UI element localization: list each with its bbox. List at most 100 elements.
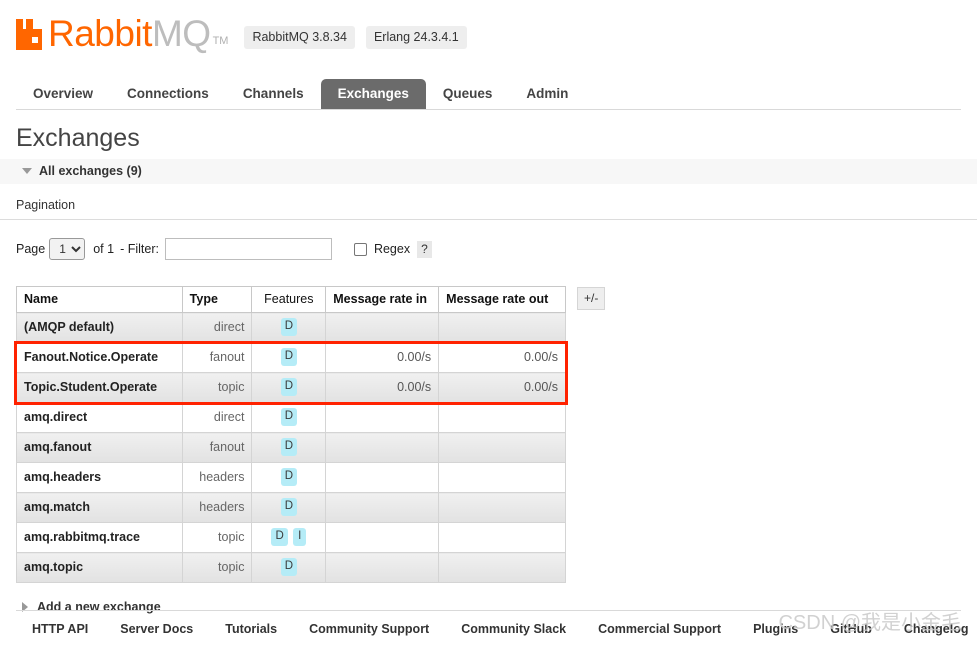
feature-badge-durable: D <box>280 318 297 336</box>
cell-message-rate-in <box>325 432 440 463</box>
cell-exchange-type: headers <box>181 462 253 493</box>
feature-badge-durable: D <box>280 468 297 486</box>
column-header-features: Features <box>251 286 327 313</box>
cell-exchange-type: fanout <box>181 432 253 463</box>
trademark-mark: TM <box>212 35 229 47</box>
brand-rabbit-text: Rabbit <box>48 13 152 54</box>
cell-message-rate-out <box>438 462 566 493</box>
regex-toggle[interactable]: Regex ? <box>353 240 432 258</box>
footer-link-changelog[interactable]: Changelog <box>904 622 969 636</box>
footer-link-github[interactable]: GitHub <box>830 622 872 636</box>
all-exchanges-label: All exchanges (9) <box>39 164 142 178</box>
filter-input[interactable] <box>164 238 332 260</box>
filter-label: - Filter: <box>120 242 159 256</box>
tab-queues[interactable]: Queues <box>426 79 510 109</box>
cell-exchange-type: topic <box>181 522 253 553</box>
rabbitmq-logo-icon <box>16 18 46 50</box>
version-badges: RabbitMQ 3.8.34 Erlang 24.3.4.1 <box>244 20 477 49</box>
page-footer: HTTP API Server Docs Tutorials Community… <box>0 610 977 649</box>
column-header-type[interactable]: Type <box>181 286 253 313</box>
footer-link-tutorials[interactable]: Tutorials <box>225 622 277 636</box>
table-row[interactable]: Fanout.Notice.Operate fanout D 0.00/s 0.… <box>16 342 566 373</box>
cell-exchange-features: D <box>251 342 327 373</box>
column-header-name[interactable]: Name <box>16 286 183 313</box>
table-body: (AMQP default) direct D Fanout.Notice.Op… <box>16 312 566 583</box>
cell-exchange-type: fanout <box>181 342 253 373</box>
cell-exchange-name[interactable]: Fanout.Notice.Operate <box>16 342 183 373</box>
cell-message-rate-out <box>438 552 566 583</box>
exchanges-table-wrap: Name Type Features Message rate in Messa… <box>14 286 961 583</box>
chevron-down-icon[interactable] <box>22 168 32 174</box>
page-label: Page <box>16 242 46 256</box>
cell-exchange-name[interactable]: amq.headers <box>16 462 183 493</box>
table-row[interactable]: amq.rabbitmq.trace topic D I <box>16 522 566 553</box>
toggle-columns-button[interactable]: +/- <box>577 287 606 310</box>
column-header-message-rate-in[interactable]: Message rate in <box>325 286 440 313</box>
nav-tab-list: Overview Connections Channels Exchanges … <box>16 77 961 109</box>
table-row[interactable]: Topic.Student.Operate topic D 0.00/s 0.0… <box>16 372 566 403</box>
cell-exchange-type: topic <box>181 552 253 583</box>
table-row[interactable]: amq.direct direct D <box>16 402 566 433</box>
cell-message-rate-out <box>438 432 566 463</box>
footer-link-community-support[interactable]: Community Support <box>309 622 429 636</box>
cell-message-rate-out: 0.00/s <box>438 342 566 373</box>
nav-divider <box>16 109 961 110</box>
footer-link-plugins[interactable]: Plugins <box>753 622 798 636</box>
pagination-divider <box>0 219 977 220</box>
cell-message-rate-in <box>325 312 440 343</box>
cell-message-rate-in <box>325 462 440 493</box>
cell-exchange-features: D I <box>251 522 327 553</box>
regex-help-icon[interactable]: ? <box>417 240 432 258</box>
main-navigation: Overview Connections Channels Exchanges … <box>0 77 977 110</box>
cell-message-rate-in: 0.00/s <box>325 342 440 373</box>
cell-exchange-name[interactable]: amq.rabbitmq.trace <box>16 522 183 553</box>
tab-overview[interactable]: Overview <box>16 79 110 109</box>
pagination-controls: Page 1 of 1 - Filter: Regex ? <box>16 238 961 260</box>
regex-label: Regex <box>373 242 411 256</box>
table-head: Name Type Features Message rate in Messa… <box>16 286 566 313</box>
brand-mq-text: MQ <box>151 13 211 54</box>
cell-exchange-type: direct <box>181 312 253 343</box>
cell-message-rate-out <box>438 312 566 343</box>
cell-message-rate-out <box>438 402 566 433</box>
tab-exchanges[interactable]: Exchanges <box>320 79 426 109</box>
feature-badge-durable: D <box>280 558 297 576</box>
table-row[interactable]: (AMQP default) direct D <box>16 312 566 343</box>
table-row[interactable]: amq.topic topic D <box>16 552 566 583</box>
page-select[interactable]: 1 <box>49 238 86 260</box>
cell-exchange-features: D <box>251 312 327 343</box>
footer-link-community-slack[interactable]: Community Slack <box>461 622 566 636</box>
cell-exchange-name[interactable]: amq.match <box>16 492 183 523</box>
tab-connections[interactable]: Connections <box>110 79 226 109</box>
feature-badge-durable: D <box>271 528 288 546</box>
brand-row: Rabbit MQ TM RabbitMQ 3.8.34 Erlang 24.3… <box>16 0 961 54</box>
feature-badge-durable: D <box>280 438 297 456</box>
cell-exchange-name[interactable]: Topic.Student.Operate <box>16 372 183 403</box>
cell-exchange-name[interactable]: amq.fanout <box>16 432 183 463</box>
pagination-heading: Pagination <box>16 198 76 212</box>
exchanges-table: Name Type Features Message rate in Messa… <box>16 286 566 583</box>
feature-badge-durable: D <box>280 498 297 516</box>
regex-checkbox[interactable] <box>353 242 367 256</box>
all-exchanges-section-header[interactable]: All exchanges (9) <box>0 159 977 184</box>
cell-exchange-name[interactable]: amq.direct <box>16 402 183 433</box>
tab-channels[interactable]: Channels <box>226 79 321 109</box>
cell-exchange-features: D <box>251 492 327 523</box>
cell-exchange-name[interactable]: (AMQP default) <box>16 312 183 343</box>
column-header-message-rate-out[interactable]: Message rate out <box>438 286 566 313</box>
feature-badge-durable: D <box>280 348 297 366</box>
cell-exchange-name[interactable]: amq.topic <box>16 552 183 583</box>
footer-link-commercial-support[interactable]: Commercial Support <box>598 622 721 636</box>
main-content: Exchanges All exchanges (9) Pagination P… <box>0 124 977 614</box>
cell-exchange-type: direct <box>181 402 253 433</box>
cell-message-rate-in <box>325 522 440 553</box>
table-row[interactable]: amq.headers headers D <box>16 462 566 493</box>
table-row[interactable]: amq.fanout fanout D <box>16 432 566 463</box>
cell-message-rate-in <box>325 552 440 583</box>
footer-link-http-api[interactable]: HTTP API <box>32 622 88 636</box>
table-row[interactable]: amq.match headers D <box>16 492 566 523</box>
cell-exchange-type: topic <box>181 372 253 403</box>
tab-admin[interactable]: Admin <box>509 79 585 109</box>
footer-link-server-docs[interactable]: Server Docs <box>120 622 193 636</box>
cell-message-rate-in <box>325 492 440 523</box>
